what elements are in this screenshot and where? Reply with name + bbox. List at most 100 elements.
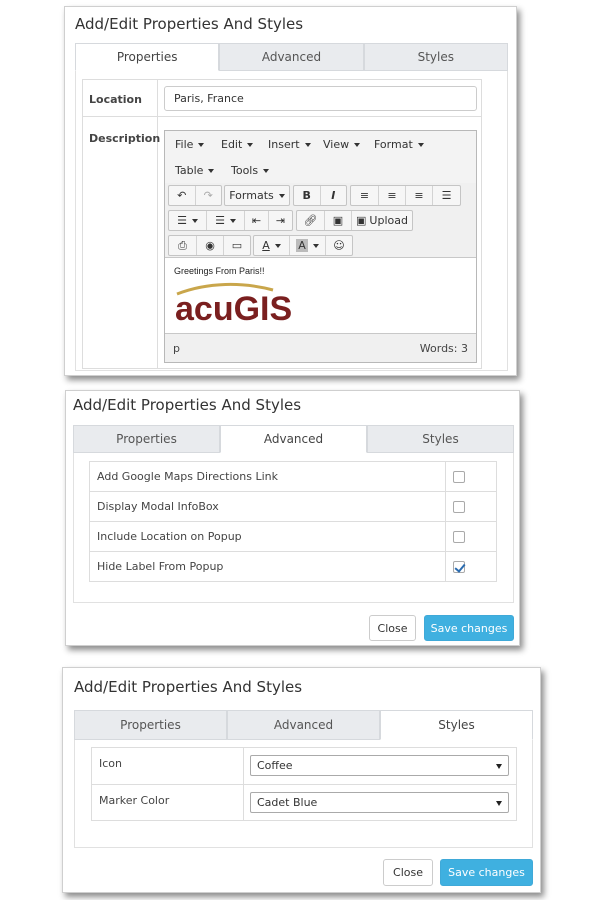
upload-button[interactable]: ▣ Upload [352,211,412,230]
tab-styles[interactable]: Styles [363,43,508,71]
tab-styles[interactable]: Styles [367,425,514,453]
marker-color-select[interactable]: Cadet Blue [250,792,509,813]
element-path[interactable]: p [173,342,180,355]
dialog-title: Add/Edit Properties And Styles [73,396,302,414]
modal-infobox-checkbox[interactable] [453,501,465,513]
marker-color-value: Cadet Blue [257,796,318,809]
tab-properties[interactable]: Properties [74,710,227,740]
option-row: Include Location on Popup [90,522,496,552]
column-divider [157,80,158,368]
chevron-down-icon [312,243,319,248]
chevron-down-icon [274,243,281,248]
print-button[interactable]: ⎙ [169,236,197,255]
chevron-down-icon [496,764,502,769]
image-icon: ▣ [356,214,367,227]
link-button[interactable]: 🔗︎ [297,211,325,230]
tools-group: ⎙ ◉ ▭ [168,235,251,256]
justify-button[interactable]: ☰ [433,186,460,205]
editor-content[interactable]: Greetings From Paris!! acuGIS [165,257,476,334]
icon-select[interactable]: Coffee [250,755,509,776]
save-changes-button[interactable]: Save changes [424,615,514,641]
tab-styles[interactable]: Styles [380,710,533,740]
tab-advanced[interactable]: Advanced [227,710,380,740]
media-button[interactable]: ▭ [224,236,250,255]
menu-view[interactable]: View [323,138,361,151]
formats-group: Formats [224,185,290,206]
undo-icon: ↶ [177,189,187,202]
bold-icon: B [302,189,311,202]
menu-file[interactable]: File [175,138,205,151]
chevron-down-icon [198,143,205,147]
option-checkbox-cell [445,522,496,551]
menu-edit[interactable]: Edit [221,138,254,151]
save-changes-button[interactable]: Save changes [440,859,533,886]
tab-properties[interactable]: Properties [75,43,220,71]
tab-advanced[interactable]: Advanced [219,43,364,71]
bullet-list-button[interactable]: ☰ [169,211,207,230]
menu-insert[interactable]: Insert [268,138,311,151]
location-input[interactable]: Paris, France [164,86,477,111]
directions-link-checkbox[interactable] [453,471,465,483]
close-button[interactable]: Close [369,615,416,641]
menu-insert-label: Insert [268,138,300,151]
row-divider [83,116,481,117]
advanced-dialog: Add/Edit Properties And Styles Propertie… [65,390,520,646]
tab-properties[interactable]: Properties [73,425,220,453]
toolbar-row-1: ↶ ↷ Formats B I ≡ ≡ ≡ ☰ [165,182,476,208]
background-color-button[interactable]: A [290,236,326,255]
undo-button[interactable]: ↶ [169,186,196,205]
bold-button[interactable]: B [294,186,321,205]
menu-table[interactable]: Table [175,164,215,177]
close-button[interactable]: Close [383,859,433,886]
include-location-checkbox[interactable] [453,531,465,543]
styles-dialog: Add/Edit Properties And Styles Propertie… [62,667,541,893]
logo-text: acuGIS [175,290,292,325]
formats-dropdown[interactable]: Formats [225,186,289,205]
link-icon: 🔗︎ [303,214,318,227]
option-row: Hide Label From Popup [90,552,496,581]
preview-button[interactable]: ◉ [197,236,224,255]
menu-tools-label: Tools [231,164,259,177]
option-checkbox-cell [445,462,496,491]
acugis-logo: acuGIS [175,282,292,325]
image-button[interactable]: ▣ [325,211,352,230]
option-label: Add Google Maps Directions Link [97,470,278,483]
properties-dialog: Add/Edit Properties And Styles Propertie… [64,6,517,376]
image-icon: ▣ [332,214,344,227]
align-center-button[interactable]: ≡ [379,186,406,205]
indent-button[interactable]: ⇥ [269,211,292,230]
numbered-list-button[interactable]: ☰ [207,211,245,230]
indent-icon: ⇥ [275,214,286,227]
redo-button[interactable]: ↷ [196,186,222,205]
dialog-title: Add/Edit Properties And Styles [75,15,304,33]
menu-tools[interactable]: Tools [231,164,270,177]
formats-label: Formats [229,189,274,202]
italic-icon: I [331,189,336,202]
italic-button[interactable]: I [321,186,347,205]
smiley-icon: ☺ [333,239,345,252]
menu-format[interactable]: Format [374,138,424,151]
chevron-down-icon [208,169,215,173]
menu-edit-label: Edit [221,138,243,151]
chevron-down-icon [417,143,424,147]
text-color-button[interactable]: A [254,236,290,255]
align-left-button[interactable]: ≡ [351,186,379,205]
editor-menubar: File Edit Insert View Format Table Tools [165,131,476,183]
option-row: Display Modal InfoBox [90,492,496,522]
print-icon: ⎙ [178,238,187,252]
row-divider [92,784,516,785]
option-label: Hide Label From Popup [97,560,224,573]
marker-color-label: Marker Color [99,794,170,807]
align-center-icon: ≡ [387,189,397,202]
emoticons-button[interactable]: ☺ [326,236,352,255]
icon-select-value: Coffee [257,759,293,772]
menu-file-label: File [175,138,194,151]
tab-bar: Properties Advanced Styles [75,43,508,71]
hide-label-checkbox[interactable] [453,561,466,573]
background-color-icon: A [296,239,308,252]
tab-advanced[interactable]: Advanced [220,425,367,453]
media-icon: ▭ [231,239,243,252]
align-right-button[interactable]: ≡ [406,186,433,205]
outdent-button[interactable]: ⇤ [245,211,269,230]
align-group: ≡ ≡ ≡ ☰ [350,185,461,206]
